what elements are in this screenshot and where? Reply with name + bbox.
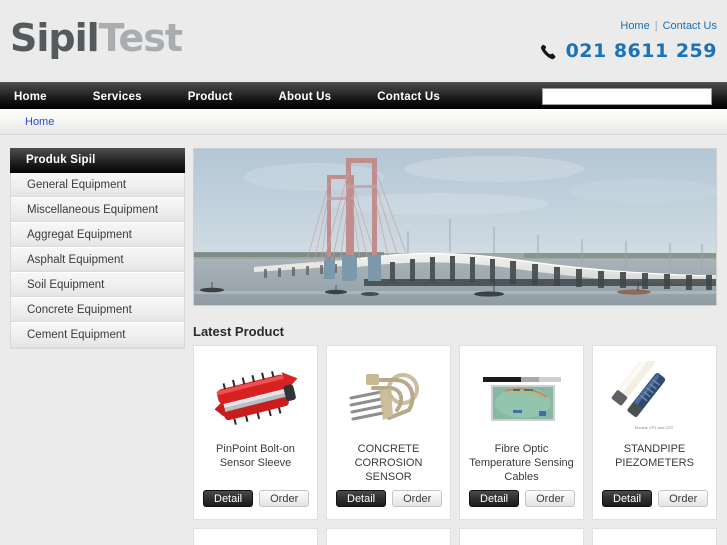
nav-item-product[interactable]: Product bbox=[188, 91, 233, 103]
sidebar-item-general-equipment[interactable]: General Equipment bbox=[11, 173, 184, 198]
product-actions: Detail Order bbox=[203, 490, 310, 507]
site-header: SipilTest Home | Contact Us 021 8611 259 bbox=[0, 0, 727, 82]
sidebar-item-soil-equipment[interactable]: Soil Equipment bbox=[11, 273, 184, 298]
breadcrumb: Home bbox=[0, 109, 727, 135]
banner-image bbox=[193, 148, 717, 306]
site-logo[interactable]: SipilTest bbox=[10, 16, 183, 60]
product-actions: Detail Order bbox=[602, 490, 709, 507]
product-name: CONCRETE CORROSION SENSOR bbox=[354, 443, 423, 483]
product-card[interactable]: CONCRETE CORROSION SENSOR Detail Order bbox=[326, 345, 451, 520]
fibre-optic-temperature-sensing-cables-icon bbox=[460, 354, 583, 442]
nav-item-about-us[interactable]: About Us bbox=[279, 91, 332, 103]
logo-primary-text: Sipil bbox=[10, 16, 100, 60]
nav-item-list: Home Services Product About Us Contact U… bbox=[14, 83, 486, 110]
sidebar-item-concrete-equipment[interactable]: Concrete Equipment bbox=[11, 298, 184, 323]
svg-text:Models CP1 and CP2: Models CP1 and CP2 bbox=[635, 425, 674, 430]
wooden-box-product-icon bbox=[194, 537, 317, 545]
sidebar-item-list: General Equipment Miscellaneous Equipmen… bbox=[10, 173, 185, 349]
top-link-separator: | bbox=[654, 20, 658, 32]
phone-icon bbox=[539, 43, 558, 62]
breadcrumb-item-home[interactable]: Home bbox=[25, 116, 54, 128]
section-title-latest-product: Latest Product bbox=[193, 324, 285, 339]
detail-button[interactable]: Detail bbox=[203, 490, 254, 507]
main-navigation: Home Services Product About Us Contact U… bbox=[0, 82, 727, 109]
sidebar-title: Produk Sipil bbox=[10, 148, 185, 173]
sidebar: Produk Sipil General Equipment Miscellan… bbox=[10, 148, 185, 349]
product-card[interactable]: Models CP1 and CP2 STANDPIPE PIEZOMETERS… bbox=[592, 345, 717, 520]
concrete-corrosion-sensor-icon bbox=[327, 354, 450, 442]
product-name: Fibre Optic Temperature Sensing Cables bbox=[469, 443, 574, 483]
product-card[interactable]: Fibre Optic Temperature Sensing Cables D… bbox=[459, 345, 584, 520]
order-button[interactable]: Order bbox=[392, 490, 443, 507]
standpipe-piezometers-icon: Models CP1 and CP2 bbox=[593, 354, 716, 442]
nav-item-home[interactable]: Home bbox=[14, 91, 47, 103]
order-button[interactable]: Order bbox=[259, 490, 310, 507]
product-card[interactable]: PinPoint Bolt-on Sensor Sleeve Detail Or… bbox=[193, 345, 318, 520]
product-name: PinPoint Bolt-on Sensor Sleeve bbox=[216, 443, 295, 469]
header-phone: 021 8611 259 bbox=[539, 40, 717, 62]
logo-secondary-text: Test bbox=[98, 16, 183, 60]
nav-item-contact-us[interactable]: Contact Us bbox=[377, 91, 440, 103]
product-card[interactable] bbox=[592, 528, 717, 545]
product-actions: Detail Order bbox=[469, 490, 576, 507]
top-utility-links: Home | Contact Us bbox=[620, 20, 717, 32]
page-root: SipilTest Home | Contact Us 021 8611 259 H… bbox=[0, 0, 727, 545]
blank-product-icon bbox=[327, 537, 450, 545]
product-grid: PinPoint Bolt-on Sensor Sleeve Detail Or… bbox=[193, 345, 721, 545]
blank-product-icon bbox=[593, 537, 716, 545]
product-card[interactable] bbox=[459, 528, 584, 545]
phone-number: 021 8611 259 bbox=[565, 40, 717, 62]
sidebar-item-asphalt-equipment[interactable]: Asphalt Equipment bbox=[11, 248, 184, 273]
order-button[interactable]: Order bbox=[658, 490, 709, 507]
sidebar-item-miscellaneous-equipment[interactable]: Miscellaneous Equipment bbox=[11, 198, 184, 223]
detail-button[interactable]: Detail bbox=[469, 490, 520, 507]
product-actions: Detail Order bbox=[336, 490, 443, 507]
top-link-contact-us[interactable]: Contact Us bbox=[663, 20, 717, 32]
order-button[interactable]: Order bbox=[525, 490, 576, 507]
blank-product-icon bbox=[460, 537, 583, 545]
product-card[interactable] bbox=[326, 528, 451, 545]
search-input[interactable] bbox=[542, 88, 712, 105]
product-card[interactable] bbox=[193, 528, 318, 545]
sidebar-item-cement-equipment[interactable]: Cement Equipment bbox=[11, 323, 184, 348]
nav-item-services[interactable]: Services bbox=[93, 91, 142, 103]
detail-button[interactable]: Detail bbox=[602, 490, 653, 507]
product-name: STANDPIPE PIEZOMETERS bbox=[615, 443, 694, 469]
red-bolt-on-sensor-sleeve-icon bbox=[194, 354, 317, 442]
detail-button[interactable]: Detail bbox=[336, 490, 387, 507]
top-link-home[interactable]: Home bbox=[620, 20, 649, 32]
sidebar-item-aggregat-equipment[interactable]: Aggregat Equipment bbox=[11, 223, 184, 248]
